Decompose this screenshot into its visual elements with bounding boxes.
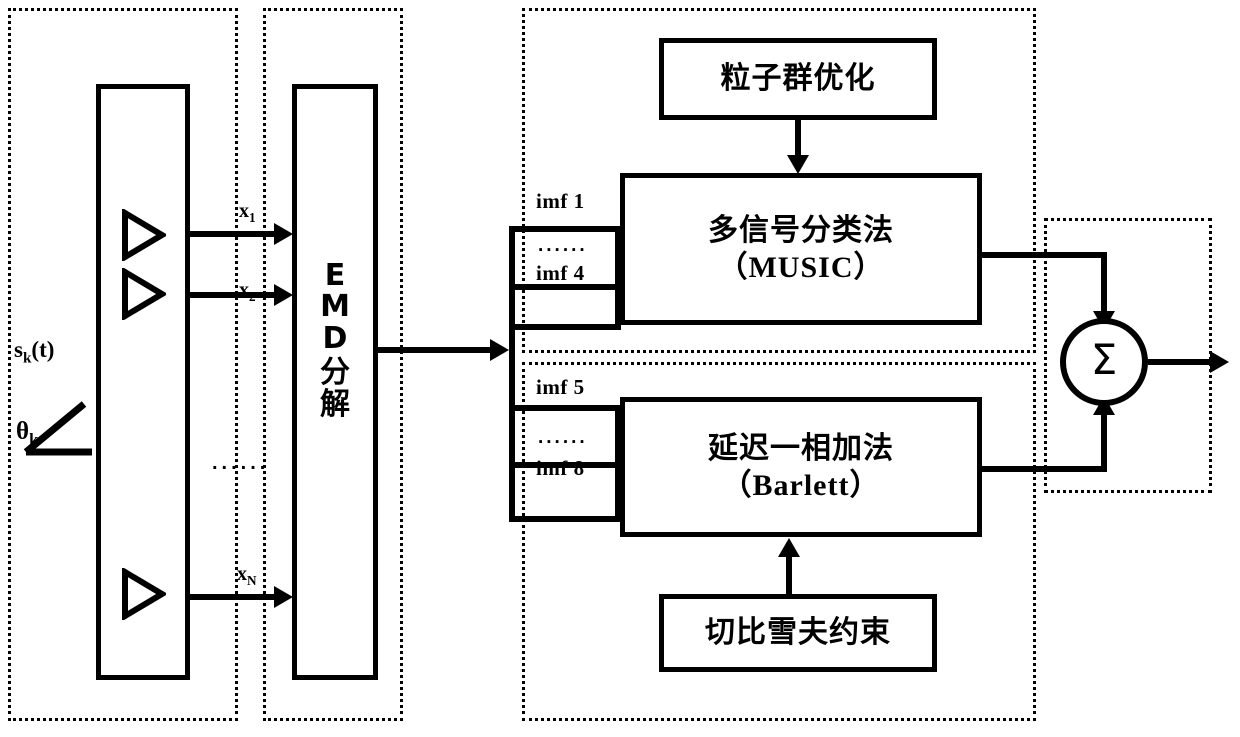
- emd-label-line-2: M: [320, 289, 350, 325]
- theta-subscript: k: [29, 430, 39, 449]
- x2-subscript: 2: [249, 289, 256, 304]
- emd-label-line-5: 解: [320, 386, 350, 422]
- signal-label-xn: xN: [237, 563, 257, 589]
- pso-to-music-arrowhead: [787, 155, 809, 174]
- signal-line-x2: [190, 292, 278, 298]
- xn-subscript: N: [247, 573, 257, 588]
- theta-symbol: θ: [16, 418, 30, 445]
- xn-symbol: x: [237, 563, 247, 585]
- incidence-angle-label: θk: [16, 418, 38, 450]
- music-block-label-line2: （MUSIC）: [717, 251, 885, 284]
- x1-symbol: x: [239, 200, 249, 222]
- emd-to-imf-arrowhead: [490, 339, 509, 361]
- imf-branch-line-5: [509, 405, 621, 411]
- music-block-label-line1: 多信号分类法: [708, 212, 894, 248]
- amplifier-icon-1: [120, 207, 168, 266]
- signal-label-x1: x1: [239, 200, 256, 226]
- imf-trunk-line: [509, 226, 515, 518]
- chebyshev-to-barlett-arrowhead: [778, 538, 800, 557]
- emd-to-imf-line: [378, 347, 494, 353]
- barlett-block-label-line2: （Barlett）: [721, 469, 881, 502]
- emd-label-line-1: E: [324, 257, 346, 293]
- signal-line-xn: [190, 594, 278, 600]
- final-output-arrowhead: [1210, 351, 1229, 373]
- input-signal-label: sk(t): [14, 337, 54, 368]
- array-channel-ellipsis: ......: [212, 452, 270, 474]
- barlett-block: 延迟一相加法 （Barlett）: [620, 397, 982, 537]
- music-output-line: [982, 252, 1107, 258]
- imf-label-8: imf 8: [536, 456, 585, 480]
- signal-symbol: s: [14, 337, 23, 362]
- final-output-line: [1148, 359, 1214, 365]
- chebyshev-block-label: 切比雪夫约束: [705, 615, 891, 651]
- signal-arrowhead-x2: [274, 284, 293, 306]
- amplifier-icon-2: [120, 266, 168, 325]
- amplifier-icon-3: [120, 566, 168, 625]
- barlett-output-line: [982, 466, 1107, 472]
- signal-suffix: (t): [31, 337, 55, 362]
- emd-label-line-4: 分: [320, 354, 350, 390]
- imf-label-5: imf 5: [536, 375, 585, 399]
- music-block: 多信号分类法 （MUSIC）: [620, 173, 982, 325]
- x1-subscript: 1: [249, 210, 256, 225]
- pso-block-label: 粒子群优化: [720, 61, 876, 97]
- imf-branch-line-1: [509, 226, 621, 232]
- pso-block: 粒子群优化: [659, 38, 937, 120]
- x2-symbol: x: [239, 279, 249, 301]
- imf-label-1: imf 1: [536, 189, 585, 213]
- music-output-riser: [1101, 252, 1107, 317]
- imf-label-4: imf 4: [536, 261, 585, 285]
- signal-label-x2: x2: [239, 279, 256, 305]
- emd-label-line-3: D: [322, 321, 348, 357]
- summation-node: Σ: [1060, 318, 1148, 406]
- chebyshev-block: 切比雪夫约束: [659, 594, 937, 672]
- signal-arrowhead-x1: [274, 223, 293, 245]
- emd-block-label: E M D 分 解: [292, 190, 378, 490]
- diagram-canvas: sk(t) θk x1 x2 ...... xN E M D 分 解 imf 1…: [0, 0, 1240, 737]
- summation-symbol: Σ: [1090, 334, 1118, 384]
- imf-ellipsis-top: ......: [538, 235, 588, 256]
- imf-ellipsis-bottom: ......: [538, 427, 588, 448]
- barlett-block-label-line1: 延迟一相加法: [708, 430, 894, 466]
- imf-branch-line-bottom-close: [509, 516, 621, 522]
- imf-branch-line-top-close: [509, 324, 621, 330]
- signal-arrowhead-xn: [274, 586, 293, 608]
- chebyshev-to-barlett-line: [786, 553, 792, 594]
- signal-line-x1: [190, 231, 278, 237]
